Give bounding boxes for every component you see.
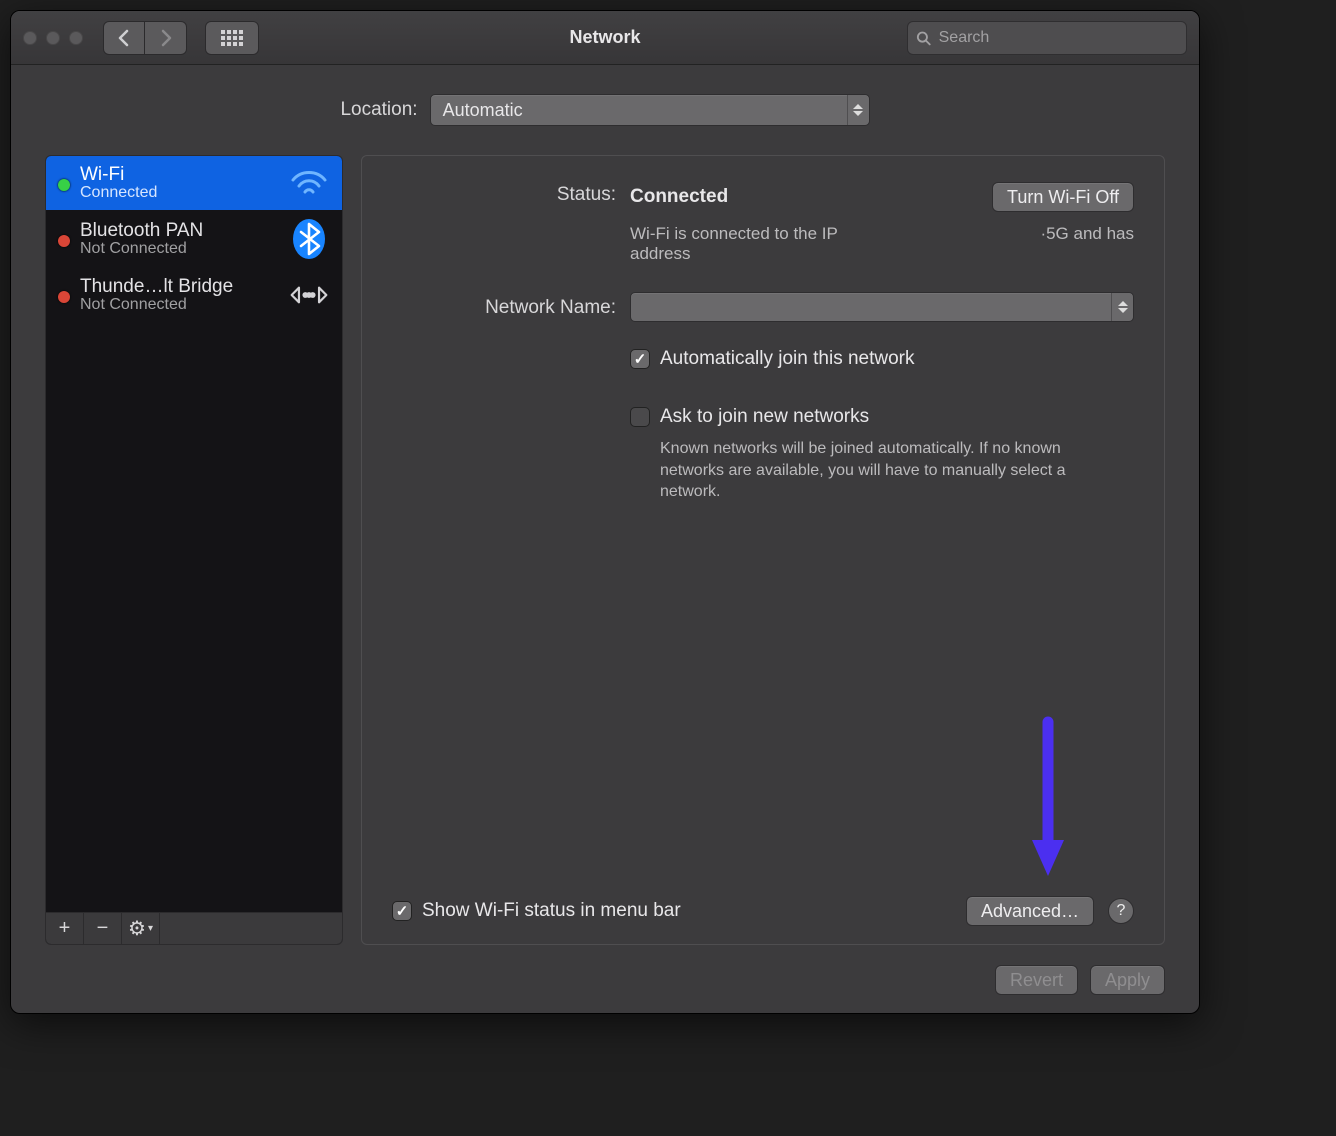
apply-button[interactable]: Apply	[1090, 965, 1165, 995]
chevron-down-icon: ▾	[148, 923, 153, 934]
details-panel: Status: Connected Turn Wi-Fi Off Wi-Fi i…	[361, 155, 1165, 945]
network-name-select[interactable]	[630, 292, 1134, 322]
close-dot[interactable]	[23, 31, 37, 45]
toolbar-spacer	[160, 913, 342, 944]
turn-wifi-off-button[interactable]: Turn Wi-Fi Off	[992, 182, 1134, 212]
minimize-dot[interactable]	[46, 31, 60, 45]
status-desc-right: ·5G and has	[1040, 224, 1134, 264]
forward-button[interactable]	[145, 21, 187, 55]
ask-join-help: Known networks will be joined automatica…	[660, 438, 1120, 503]
status-dot-icon	[58, 235, 70, 247]
stepper-icon	[1111, 293, 1133, 321]
sidebar-item-bluetooth-pan[interactable]: Bluetooth PAN Not Connected	[46, 210, 342, 268]
ask-join-label: Ask to join new networks	[660, 406, 869, 428]
footer-buttons: Revert Apply	[45, 965, 1165, 995]
nav-buttons	[103, 21, 187, 55]
status-description: Wi-Fi is connected to the IP address ·5G…	[630, 224, 1134, 264]
location-select[interactable]: Automatic	[430, 94, 870, 126]
titlebar: Network	[11, 11, 1199, 65]
sidebar-item-label: Bluetooth PAN	[80, 220, 278, 242]
ask-join-row[interactable]: Ask to join new networks	[630, 406, 1134, 428]
remove-interface-button[interactable]: −	[84, 913, 122, 944]
add-interface-button[interactable]: +	[46, 913, 84, 944]
bluetooth-icon	[288, 218, 330, 260]
back-button[interactable]	[103, 21, 145, 55]
search-field[interactable]	[907, 21, 1187, 55]
network-prefs-window: Network Location: Automatic Wi-Fi	[10, 10, 1200, 1014]
show-menu-label: Show Wi-Fi status in menu bar	[422, 900, 681, 922]
sidebar-item-label: Thunde…lt Bridge	[80, 276, 278, 298]
status-label: Status:	[392, 182, 616, 206]
auto-join-checkbox[interactable]	[630, 349, 650, 369]
stepper-icon	[847, 95, 869, 125]
location-row: Location: Automatic	[45, 65, 1165, 155]
wifi-icon	[288, 168, 330, 198]
auto-join-row[interactable]: Automatically join this network	[630, 348, 1134, 370]
help-button[interactable]: ?	[1108, 898, 1134, 924]
window-controls	[23, 31, 83, 45]
sidebar-item-thunderbolt-bridge[interactable]: Thunde…lt Bridge Not Connected	[46, 268, 342, 322]
status-dot-icon	[58, 291, 70, 303]
ask-join-checkbox[interactable]	[630, 407, 650, 427]
status-value: Connected	[630, 186, 728, 208]
show-menu-checkbox[interactable]	[392, 901, 412, 921]
annotation-arrow-icon	[1028, 714, 1068, 884]
status-desc-left: Wi-Fi is connected to the IP address	[630, 224, 860, 264]
location-value: Automatic	[443, 100, 523, 121]
show-all-button[interactable]	[205, 21, 259, 55]
revert-button[interactable]: Revert	[995, 965, 1078, 995]
network-name-label: Network Name:	[392, 295, 616, 319]
zoom-dot[interactable]	[69, 31, 83, 45]
search-input[interactable]	[939, 29, 1178, 47]
sidebar-toolbar: + − ⚙︎▾	[46, 912, 342, 944]
status-dot-icon	[58, 179, 70, 191]
show-menu-row[interactable]: Show Wi-Fi status in menu bar	[392, 900, 681, 922]
sidebar-item-sublabel: Not Connected	[80, 240, 278, 258]
location-label: Location:	[340, 99, 417, 121]
sidebar-item-sublabel: Connected	[80, 184, 278, 202]
sidebar-item-sublabel: Not Connected	[80, 296, 278, 314]
actions-menu-button[interactable]: ⚙︎▾	[122, 913, 160, 944]
interfaces-sidebar: Wi-Fi Connected Bluetooth PAN Not Connec…	[45, 155, 343, 945]
auto-join-label: Automatically join this network	[660, 348, 915, 370]
thunderbolt-bridge-icon	[288, 280, 330, 310]
sidebar-item-wifi[interactable]: Wi-Fi Connected	[46, 156, 342, 210]
sidebar-item-label: Wi-Fi	[80, 164, 278, 186]
search-icon	[916, 30, 931, 46]
advanced-button[interactable]: Advanced…	[966, 896, 1094, 926]
interfaces-list: Wi-Fi Connected Bluetooth PAN Not Connec…	[46, 156, 342, 912]
